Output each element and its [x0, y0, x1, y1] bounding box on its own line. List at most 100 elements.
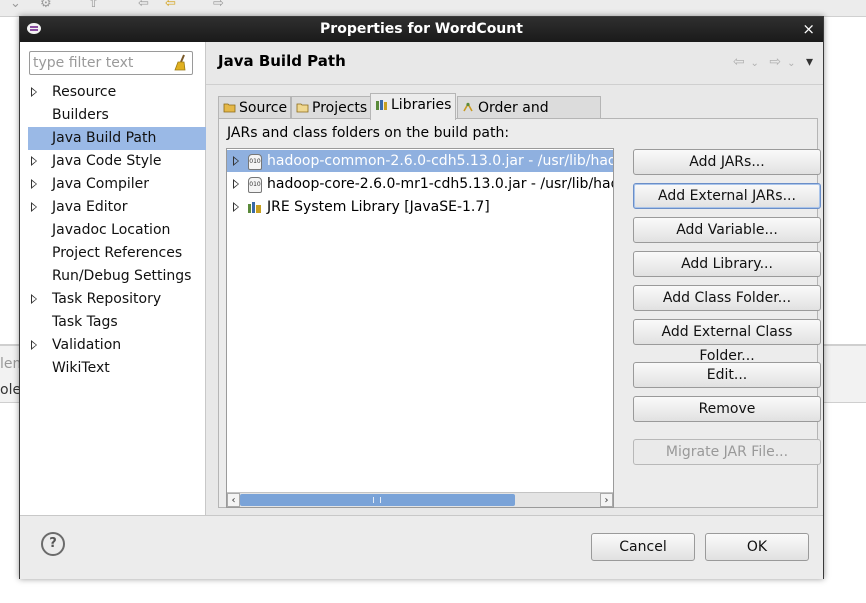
view-menu-icon[interactable]: ▾ — [806, 54, 813, 70]
expand-arrow-icon[interactable] — [233, 179, 239, 189]
nav-item-label: Java Code Style — [52, 153, 162, 169]
nav-item-task-repository[interactable]: Task Repository — [20, 288, 205, 311]
scroll-right-icon[interactable]: › — [600, 493, 613, 507]
libraries-panel: JARs and class folders on the build path… — [218, 118, 821, 508]
nav-item-label: Task Tags — [52, 314, 118, 330]
tab-label: Libraries — [391, 97, 452, 113]
clear-filter-icon[interactable] — [173, 54, 189, 71]
tab-source[interactable]: Source — [218, 96, 291, 119]
property-pages-list: Resource Builders Java Build Path Java C… — [20, 81, 211, 380]
add-library-button[interactable]: Add Library... — [633, 251, 821, 277]
expand-arrow-icon[interactable] — [31, 156, 37, 166]
background-text: ole — [0, 382, 22, 398]
libraries-tree[interactable]: 010 hadoop-common-2.6.0-cdh5.13.0.jar - … — [226, 148, 614, 508]
tab-projects[interactable]: Projects — [291, 96, 371, 119]
remove-button[interactable]: Remove — [633, 396, 821, 422]
background-toolbar-icon: ⇦ — [138, 0, 149, 11]
nav-item-java-build-path[interactable]: Java Build Path — [28, 127, 211, 150]
migrate-jar-button[interactable]: Migrate JAR File... — [633, 439, 821, 465]
library-icon — [248, 202, 261, 213]
background-toolbar-icon: ⇧ — [88, 0, 99, 11]
expand-arrow-icon[interactable] — [31, 202, 37, 212]
nav-item-label: Validation — [52, 337, 122, 353]
library-entry[interactable]: 010 hadoop-common-2.6.0-cdh5.13.0.jar - … — [227, 150, 613, 172]
nav-item-label: Javadoc Location — [52, 222, 171, 238]
library-label: hadoop-core-2.6.0-mr1-cdh5.13.0.jar - /u… — [267, 176, 614, 192]
dialog-titlebar[interactable]: Properties for WordCount × — [20, 17, 823, 42]
nav-item-javadoc-location[interactable]: Javadoc Location — [20, 219, 205, 242]
expand-arrow-icon[interactable] — [31, 179, 37, 189]
libraries-icon — [376, 100, 387, 110]
dialog-button-bar: ? Cancel OK — [20, 515, 823, 579]
jar-icon: 010 — [248, 177, 262, 193]
properties-dialog: Properties for WordCount × Resource Buil… — [19, 16, 824, 579]
library-label: JRE System Library [JavaSE-1.7] — [267, 199, 490, 215]
library-label: hadoop-common-2.6.0-cdh5.13.0.jar - /usr… — [267, 153, 614, 169]
jar-icon: 010 — [248, 154, 262, 170]
background-toolbar-icon: ⇦ — [165, 0, 176, 11]
tab-label: Source — [239, 100, 288, 116]
help-icon[interactable]: ? — [41, 532, 65, 556]
nav-item-run-debug-settings[interactable]: Run/Debug Settings — [20, 265, 205, 288]
library-entry[interactable]: 010 hadoop-core-2.6.0-mr1-cdh5.13.0.jar … — [227, 173, 613, 195]
expand-arrow-icon[interactable] — [31, 87, 37, 97]
scrollbar-thumb[interactable] — [240, 494, 515, 506]
nav-item-wikitext[interactable]: WikiText — [20, 357, 205, 380]
horizontal-scrollbar[interactable]: ‹ › — [227, 492, 613, 507]
forward-arrow-icon[interactable]: ⇨ — [769, 54, 781, 70]
property-page: Java Build Path ⇦ ⌄ ⇨ ⌄ ▾ Source Projects … — [206, 42, 823, 515]
nav-item-label: Resource — [52, 84, 117, 100]
projects-icon — [296, 103, 309, 113]
add-external-class-folder-button[interactable]: Add External Class Folder... — [633, 319, 821, 364]
ok-button[interactable]: OK — [705, 533, 809, 561]
nav-item-label: Java Build Path — [52, 130, 157, 146]
order-export-icon — [463, 102, 473, 112]
nav-item-java-compiler[interactable]: Java Compiler — [20, 173, 205, 196]
nav-item-task-tags[interactable]: Task Tags — [20, 311, 205, 334]
property-pages-pane: Resource Builders Java Build Path Java C… — [20, 42, 211, 515]
page-title: Java Build Path — [218, 52, 346, 70]
background-toolbar-icon: ⇨ — [213, 0, 224, 11]
nav-item-resource[interactable]: Resource — [20, 81, 205, 104]
dialog-title: Properties for WordCount — [320, 21, 523, 37]
add-variable-button[interactable]: Add Variable... — [633, 217, 821, 243]
edit-button[interactable]: Edit... — [633, 362, 821, 388]
nav-item-java-editor[interactable]: Java Editor — [20, 196, 205, 219]
filter-input[interactable] — [33, 54, 171, 72]
expand-arrow-icon[interactable] — [31, 294, 37, 304]
nav-item-java-code-style[interactable]: Java Code Style — [20, 150, 205, 173]
close-icon[interactable]: × — [802, 20, 815, 38]
library-entry[interactable]: JRE System Library [JavaSE-1.7] — [227, 196, 613, 218]
background-toolbar: ⌄ ⚙ ⇧ ⇦ ⇦ ⇨ — [0, 0, 866, 17]
add-jars-button[interactable]: Add JARs... — [633, 149, 821, 175]
page-header: Java Build Path ⇦ ⌄ ⇨ ⌄ ▾ — [206, 42, 823, 85]
tab-libraries[interactable]: Libraries — [370, 93, 456, 120]
add-class-folder-button[interactable]: Add Class Folder... — [633, 285, 821, 311]
expand-arrow-icon[interactable] — [233, 156, 239, 166]
background-toolbar-icon: ⌄ — [10, 0, 21, 11]
tab-label: Projects — [312, 100, 368, 116]
nav-item-label: WikiText — [52, 360, 110, 376]
nav-item-project-references[interactable]: Project References — [20, 242, 205, 265]
back-arrow-icon[interactable]: ⇦ — [733, 54, 745, 70]
build-path-label: JARs and class folders on the build path… — [227, 125, 510, 141]
nav-item-builders[interactable]: Builders — [20, 104, 205, 127]
nav-item-label: Run/Debug Settings — [52, 268, 192, 284]
chevron-down-icon[interactable]: ⌄ — [751, 58, 759, 69]
source-folder-icon — [223, 103, 236, 113]
background-toolbar-icon: ⚙ — [40, 0, 52, 11]
nav-item-label: Builders — [52, 107, 109, 123]
nav-item-validation[interactable]: Validation — [20, 334, 205, 357]
add-external-jars-button[interactable]: Add External JARs... — [633, 183, 821, 209]
expand-arrow-icon[interactable] — [31, 340, 37, 350]
expand-arrow-icon[interactable] — [233, 202, 239, 212]
nav-item-label: Task Repository — [52, 291, 162, 307]
nav-item-label: Project References — [52, 245, 183, 261]
filter-field — [29, 51, 193, 75]
chevron-down-icon[interactable]: ⌄ — [787, 58, 795, 69]
cancel-button[interactable]: Cancel — [591, 533, 695, 561]
nav-item-label: Java Compiler — [52, 176, 150, 192]
history-nav: ⇦ ⌄ ⇨ ⌄ ▾ — [727, 54, 813, 70]
tab-order-and-export[interactable]: Order and Export — [457, 96, 601, 138]
scroll-left-icon[interactable]: ‹ — [227, 493, 240, 507]
